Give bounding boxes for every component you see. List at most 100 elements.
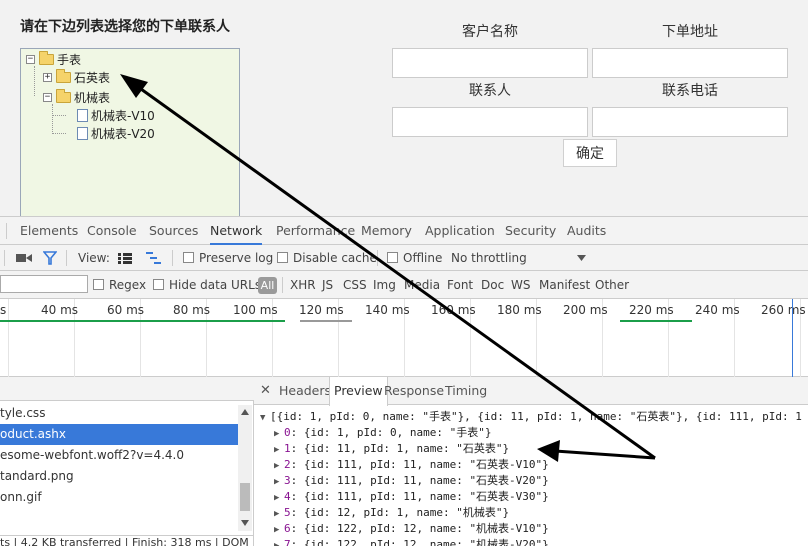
tree-node-mechanical[interactable]: − 机械表 <box>43 88 110 105</box>
preserve-log-checkbox[interactable]: Preserve log <box>183 245 273 271</box>
type-filter-img[interactable]: Img <box>373 271 396 299</box>
customer-name-input[interactable] <box>392 48 588 78</box>
request-row[interactable]: onn.gif <box>0 487 238 508</box>
json-body: {id: 1, pId: 0, name: "手表"} <box>303 426 492 439</box>
json-item[interactable]: ▶ 5: {id: 12, pId: 1, name: "机械表"} <box>274 505 509 521</box>
expand-triangle-icon[interactable]: ▶ <box>274 426 284 442</box>
json-colon: : <box>290 474 304 487</box>
type-filter-ws[interactable]: WS <box>511 271 530 299</box>
dropdown-arrow-icon[interactable] <box>577 255 586 261</box>
checkbox-icon[interactable] <box>387 252 398 263</box>
tab-preview[interactable]: Preview <box>329 377 388 406</box>
expand-triangle-icon[interactable]: ▶ <box>274 442 284 458</box>
confirm-button[interactable]: 确定 <box>563 139 617 167</box>
collapse-triangle-icon[interactable]: ▼ <box>260 410 270 426</box>
close-icon[interactable]: ✕ <box>260 383 271 398</box>
json-item[interactable]: ▶ 2: {id: 111, pId: 11, name: "石英表-V10"} <box>274 457 549 473</box>
type-filter-xhr[interactable]: XHR <box>290 271 316 299</box>
tab-timing[interactable]: Timing <box>441 377 491 405</box>
json-item[interactable]: ▶ 7: {id: 122, pId: 12, name: "机械表-V20"} <box>274 537 549 546</box>
request-row-selected[interactable]: oduct.ashx <box>0 424 238 445</box>
offline-checkbox[interactable]: Offline <box>387 245 442 271</box>
contact-label: 联系人 <box>469 83 511 99</box>
tab-elements[interactable]: Elements <box>20 217 78 245</box>
json-item[interactable]: ▶ 1: {id: 11, pId: 1, name: "石英表"} <box>274 441 509 457</box>
tree-node-mech-v20[interactable]: 机械表-V20 <box>77 125 155 141</box>
checkbox-icon[interactable] <box>153 279 164 290</box>
tree-node-root[interactable]: − 手表 <box>26 50 81 67</box>
collapse-icon[interactable]: − <box>26 54 35 64</box>
hide-data-urls-checkbox[interactable]: Hide data URLs <box>153 271 261 299</box>
request-row[interactable]: esome-webfont.woff2?v=4.4.0 <box>0 445 238 466</box>
contact-phone-input[interactable] <box>592 107 788 137</box>
tab-security[interactable]: Security <box>505 217 556 245</box>
contact-phone-label: 联系电话 <box>662 83 718 99</box>
expand-triangle-icon[interactable]: ▶ <box>274 522 284 538</box>
contact-input[interactable] <box>392 107 588 137</box>
throttling-select[interactable]: No throttling <box>451 245 527 271</box>
tab-response[interactable]: Response <box>380 377 448 405</box>
collapse-icon[interactable]: − <box>43 92 52 102</box>
filter-icon[interactable] <box>43 251 57 265</box>
request-row[interactable]: tyle.css <box>0 403 238 424</box>
tab-performance[interactable]: Performance <box>276 217 355 245</box>
json-root[interactable]: ▼ [{id: 1, pId: 0, name: "手表"}, {id: 11, … <box>260 409 802 425</box>
json-item[interactable]: ▶ 4: {id: 111, pId: 11, name: "石英表-V30"} <box>274 489 549 505</box>
tab-memory[interactable]: Memory <box>361 217 412 245</box>
checkbox-icon[interactable] <box>93 279 104 290</box>
order-address-input[interactable] <box>592 48 788 78</box>
tab-audits[interactable]: Audits <box>567 217 606 245</box>
network-timeline[interactable]: s 40 ms 60 ms 80 ms 100 ms 120 ms 140 ms… <box>0 299 808 377</box>
tree-node-mech-v10[interactable]: 机械表-V10 <box>77 107 155 123</box>
tab-sources[interactable]: Sources <box>149 217 198 245</box>
timeline-tick-label: 240 ms <box>695 303 740 317</box>
checkbox-icon[interactable] <box>277 252 288 263</box>
type-filter-css[interactable]: CSS <box>343 271 367 299</box>
json-body: {id: 122, pId: 12, name: "机械表-V10"} <box>303 522 549 535</box>
scrollbar-thumb[interactable] <box>240 483 250 511</box>
screenshot-camera-icon[interactable] <box>16 253 32 263</box>
request-list-scrollbar[interactable] <box>238 405 252 531</box>
timeline-tick-label: 160 ms <box>431 303 476 317</box>
json-colon: : <box>290 458 304 471</box>
divider <box>282 277 283 293</box>
checkbox-icon[interactable] <box>183 252 194 263</box>
json-body: {id: 111, pId: 11, name: "石英表-V20"} <box>303 474 549 487</box>
tree-node-quartz[interactable]: + 石英表 <box>43 68 110 85</box>
expand-triangle-icon[interactable]: ▶ <box>274 474 284 490</box>
json-body: {id: 12, pId: 1, name: "机械表"} <box>303 506 510 519</box>
type-filter-media[interactable]: Media <box>404 271 440 299</box>
expand-triangle-icon[interactable]: ▶ <box>274 458 284 474</box>
regex-checkbox[interactable]: Regex <box>93 271 146 299</box>
request-row[interactable]: tandard.png <box>0 466 238 487</box>
expand-triangle-icon[interactable]: ▶ <box>274 506 284 522</box>
waterfall-overview-icon[interactable] <box>146 252 162 264</box>
json-item[interactable]: ▶ 0: {id: 1, pId: 0, name: "手表"} <box>274 425 491 441</box>
json-body: {id: 122, pId: 12, name: "机械表-V20"} <box>303 538 549 546</box>
scroll-up-icon[interactable] <box>241 409 249 415</box>
devtools-tab-bar: Elements Console Sources Network Perform… <box>0 217 808 245</box>
expand-icon[interactable]: + <box>43 72 52 82</box>
tab-application[interactable]: Application <box>425 217 495 245</box>
scroll-down-icon[interactable] <box>241 520 249 526</box>
timeline-request-bar <box>0 320 285 322</box>
type-filter-other[interactable]: Other <box>595 271 629 299</box>
expand-triangle-icon[interactable]: ▶ <box>274 490 284 506</box>
filter-input[interactable] <box>0 275 88 293</box>
tab-headers[interactable]: Headers <box>275 377 335 405</box>
disable-cache-checkbox[interactable]: Disable cache <box>277 245 377 271</box>
type-filter-all[interactable]: All <box>258 277 277 294</box>
timeline-tick <box>8 299 9 377</box>
expand-triangle-icon[interactable]: ▶ <box>274 538 284 546</box>
tab-console[interactable]: Console <box>87 217 137 245</box>
type-filter-doc[interactable]: Doc <box>481 271 504 299</box>
json-item[interactable]: ▶ 3: {id: 111, pId: 11, name: "石英表-V20"} <box>274 473 549 489</box>
type-filter-manifest[interactable]: Manifest <box>539 271 590 299</box>
type-filter-js[interactable]: JS <box>322 271 333 299</box>
type-filter-font[interactable]: Font <box>447 271 473 299</box>
json-item[interactable]: ▶ 6: {id: 122, pId: 12, name: "机械表-V10"} <box>274 521 549 537</box>
tab-network[interactable]: Network <box>210 217 263 245</box>
page-title: 请在下边列表选择您的下单联系人 <box>20 19 230 35</box>
large-rows-icon[interactable] <box>118 253 132 264</box>
dom-content-loaded-marker <box>792 299 793 377</box>
